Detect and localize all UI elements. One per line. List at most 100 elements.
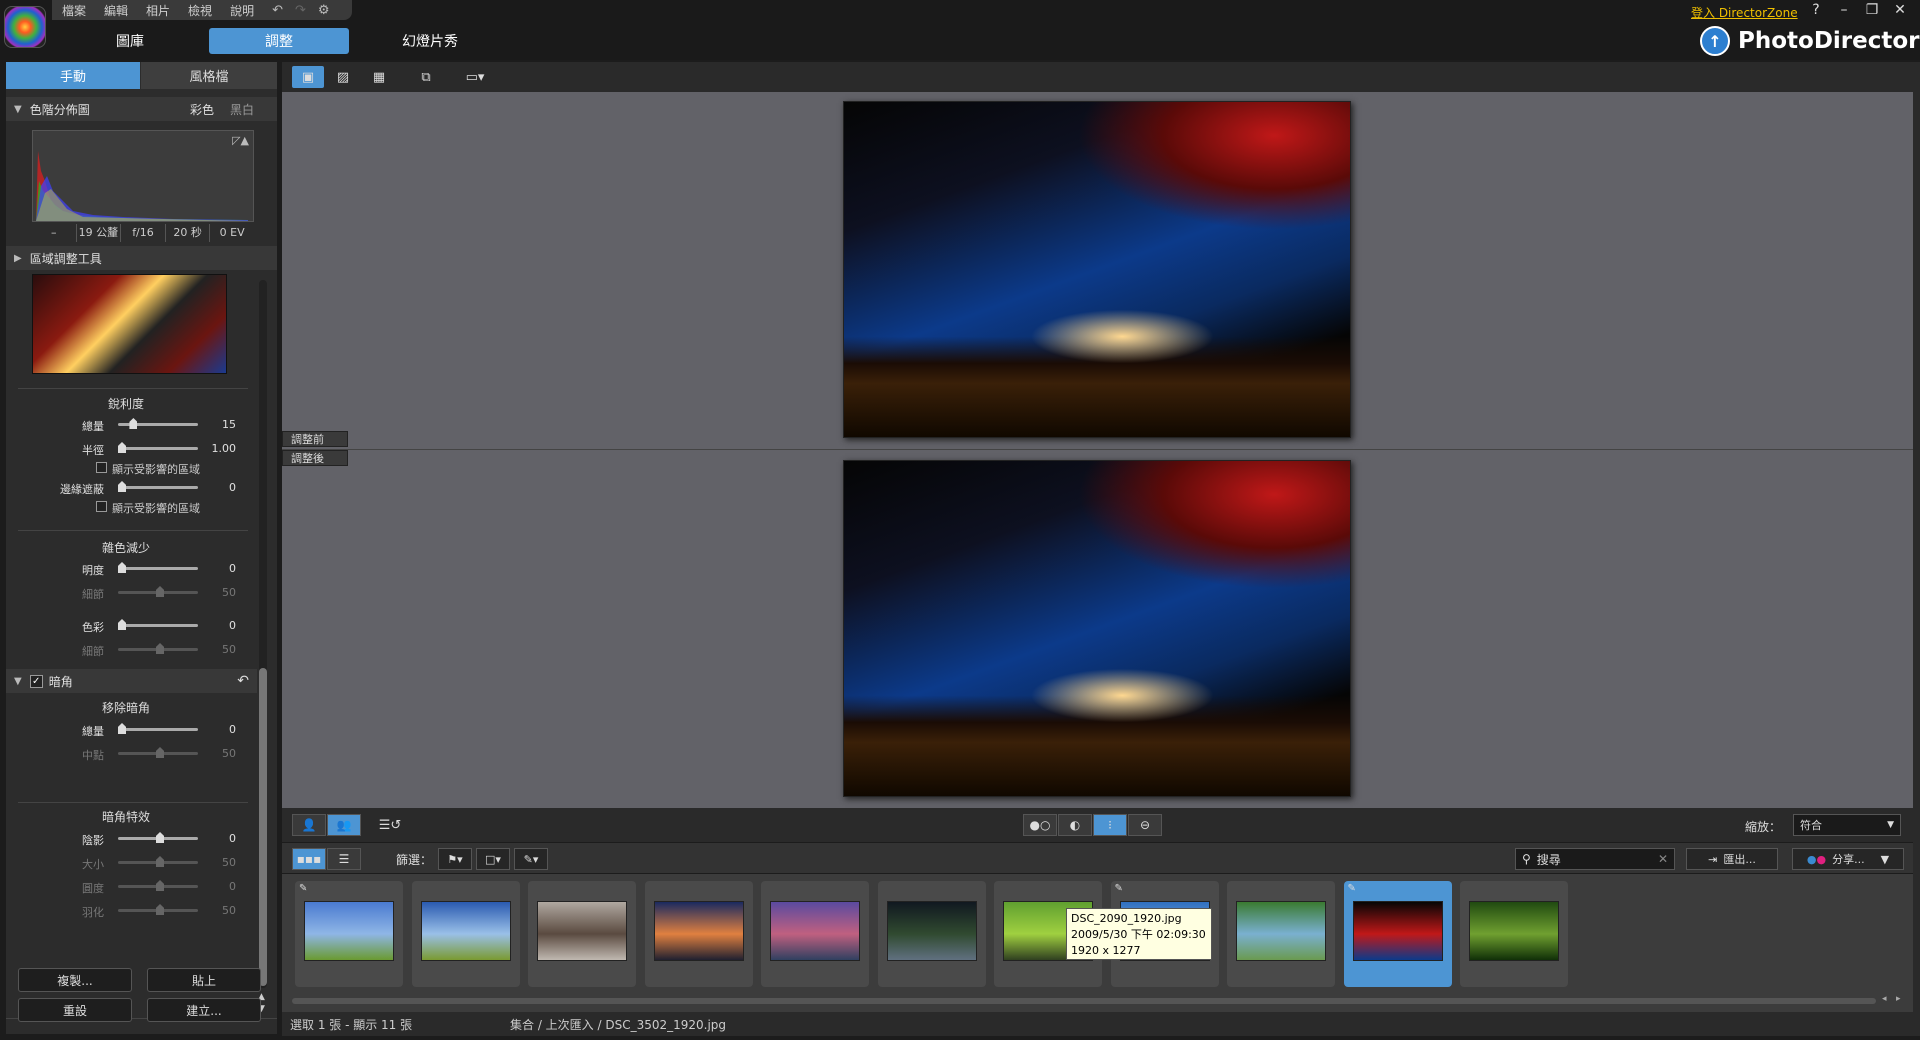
filmstrip-thumbnail[interactable] xyxy=(644,881,753,987)
scroll-left-icon[interactable]: ◂ xyxy=(1882,994,1887,1004)
list-view-icon[interactable]: ☰ xyxy=(327,848,361,870)
minimize-icon[interactable]: – xyxy=(1830,2,1858,18)
gear-icon[interactable]: ⚙ xyxy=(318,3,330,18)
sharpness-radius-thumb[interactable] xyxy=(118,442,126,453)
thumbnail-image xyxy=(1352,901,1443,961)
vignette-enable-checkbox[interactable]: ✓ xyxy=(29,674,43,688)
zoom-select[interactable]: 符合 ▼ xyxy=(1793,814,1901,836)
adjustment-preview-thumbnail xyxy=(32,274,227,374)
search-placeholder: 搜尋 xyxy=(1536,852,1561,867)
thumbnail-image xyxy=(653,901,744,961)
filmstrip-thumbnail[interactable] xyxy=(1460,881,1568,987)
histogram-section-header[interactable]: ▼ 色階分佈圖 彩色 黑白 xyxy=(6,97,277,121)
sharpness-radius-slider[interactable] xyxy=(118,447,198,450)
color-mode-toggle[interactable]: 彩色 xyxy=(190,101,214,118)
reset-section-icon[interactable]: ↶ xyxy=(237,673,249,689)
filmstrip-thumbnail[interactable]: ✎ xyxy=(295,881,403,987)
redo-icon[interactable]: ↷ xyxy=(295,3,306,18)
filmstrip-thumbnail[interactable] xyxy=(761,881,869,987)
reset-button[interactable]: 重設 xyxy=(18,998,132,1022)
edit-filter-icon[interactable]: ✎▾ xyxy=(514,848,548,870)
sharpness-amount-thumb[interactable] xyxy=(129,418,138,429)
remove-vignette-title: 移除暗角 xyxy=(101,701,150,715)
menu-edit[interactable]: 編輯 xyxy=(104,2,128,19)
vignette-title: 暗角 xyxy=(48,674,73,689)
share-button[interactable]: ●● 分享... ▼ xyxy=(1792,848,1904,870)
show-affected-checkbox-2[interactable] xyxy=(96,501,107,512)
people-icon[interactable]: 👥 xyxy=(327,814,361,836)
paste-button[interactable]: 貼上 xyxy=(147,968,261,992)
filmstrip-thumbnail[interactable]: ✎ xyxy=(1343,881,1452,987)
export-label: 匯出... xyxy=(1723,853,1756,866)
help-button[interactable]: ? xyxy=(1802,2,1830,18)
vignette-roundness-value: 0 xyxy=(229,880,236,893)
dual-monitor-icon[interactable]: ⧉ xyxy=(410,66,442,88)
tab-presets[interactable]: 風格檔 xyxy=(141,62,277,89)
tab-adjust[interactable]: 調整 xyxy=(209,28,349,54)
search-icon: ⚲ xyxy=(1522,852,1531,866)
sharpness-radius-value: 1.00 xyxy=(211,442,237,455)
filmstrip-thumbnail[interactable] xyxy=(1227,881,1335,987)
noise-luminance-thumb[interactable] xyxy=(118,562,126,573)
restore-icon[interactable]: ❐ xyxy=(1858,2,1886,18)
sharpness-amount-label: 總量 xyxy=(82,420,104,433)
filmstrip-thumbnail[interactable] xyxy=(877,881,986,987)
collapse-arrow-icon[interactable]: ▼ xyxy=(14,104,22,115)
noise-color-detail-label: 細節 xyxy=(82,645,104,658)
clipping-warning-icon[interactable]: ◸▲ xyxy=(232,134,249,147)
bw-mode-toggle[interactable]: 黑白 xyxy=(230,101,254,118)
menu-help[interactable]: 說明 xyxy=(230,2,254,19)
noise-color-slider[interactable] xyxy=(118,624,198,627)
menu-view[interactable]: 檢視 xyxy=(188,2,212,19)
regional-tools-section-header[interactable]: ▶ 區域調整工具 xyxy=(6,246,277,270)
noise-luminance-slider[interactable] xyxy=(118,567,198,570)
app-logo xyxy=(4,6,46,48)
upgrade-arrow-icon[interactable]: ↑ xyxy=(1700,26,1730,56)
compare-view-icon[interactable]: ▣ xyxy=(292,66,324,88)
color-label-filter-icon[interactable]: □▾ xyxy=(476,848,510,870)
edited-pencil-icon: ✎ xyxy=(299,883,308,894)
display-options-icon[interactable]: ▭▾ xyxy=(455,66,495,88)
edge-mask-slider[interactable] xyxy=(118,486,198,489)
tab-manual[interactable]: 手動 xyxy=(6,62,140,89)
split-side-icon[interactable]: ●○ xyxy=(1023,814,1057,836)
split-horizontal-icon[interactable]: ⊖ xyxy=(1128,814,1162,836)
expand-arrow-icon[interactable]: ▶ xyxy=(14,253,22,264)
scroll-right-icon[interactable]: ▸ xyxy=(1896,994,1901,1004)
face-tag-icon[interactable]: ☰↺ xyxy=(374,814,406,836)
filmstrip-view-icon[interactable]: ▪▪▪ xyxy=(292,848,326,870)
vignette-midpoint-thumb xyxy=(156,747,164,758)
menu-photo[interactable]: 相片 xyxy=(146,2,170,19)
tab-library[interactable]: 圖庫 xyxy=(90,28,170,54)
filmstrip-scrollbar[interactable] xyxy=(292,998,1876,1004)
split-vertical-icon[interactable]: ⁝ xyxy=(1093,814,1127,836)
single-view-icon[interactable]: ▨ xyxy=(327,66,359,88)
vignette-amount-thumb[interactable] xyxy=(118,723,126,734)
copy-button[interactable]: 複製... xyxy=(18,968,132,992)
grid-view-icon[interactable]: ▦ xyxy=(363,66,395,88)
vignette-section-header[interactable]: ▼ ✓ 暗角 ↶ xyxy=(6,669,257,693)
split-half-icon[interactable]: ◐ xyxy=(1058,814,1092,836)
sharpness-amount-value: 15 xyxy=(222,418,236,431)
collapse-arrow-icon[interactable]: ▼ xyxy=(14,676,22,687)
edge-mask-thumb[interactable] xyxy=(118,481,126,492)
close-icon[interactable]: ✕ xyxy=(1886,2,1914,18)
filmstrip-thumbnail[interactable] xyxy=(411,881,520,987)
panel-scrollbar-thumb[interactable] xyxy=(259,668,267,986)
vignette-amount-slider[interactable] xyxy=(118,728,198,731)
tab-slideshow[interactable]: 幻燈片秀 xyxy=(380,28,480,54)
filmstrip-thumbnail[interactable] xyxy=(528,881,636,987)
after-photo xyxy=(843,460,1351,797)
menu-file[interactable]: 檔案 xyxy=(62,2,86,19)
directorzone-login-link[interactable]: 登入 DirectorZone xyxy=(1691,4,1798,21)
undo-icon[interactable]: ↶ xyxy=(272,3,283,18)
noise-color-thumb[interactable] xyxy=(118,619,126,630)
create-preset-button[interactable]: 建立... xyxy=(147,998,261,1022)
show-affected-checkbox-1[interactable] xyxy=(96,462,107,473)
export-button[interactable]: ⇥ 匯出... xyxy=(1686,848,1778,870)
person-icon[interactable]: 👤 xyxy=(292,814,326,836)
flag-filter-icon[interactable]: ⚑▾ xyxy=(438,848,472,870)
vignette-shadow-thumb[interactable] xyxy=(156,832,164,843)
search-input[interactable]: ⚲ 搜尋 ✕ xyxy=(1515,848,1675,870)
clear-search-icon[interactable]: ✕ xyxy=(1658,852,1668,866)
